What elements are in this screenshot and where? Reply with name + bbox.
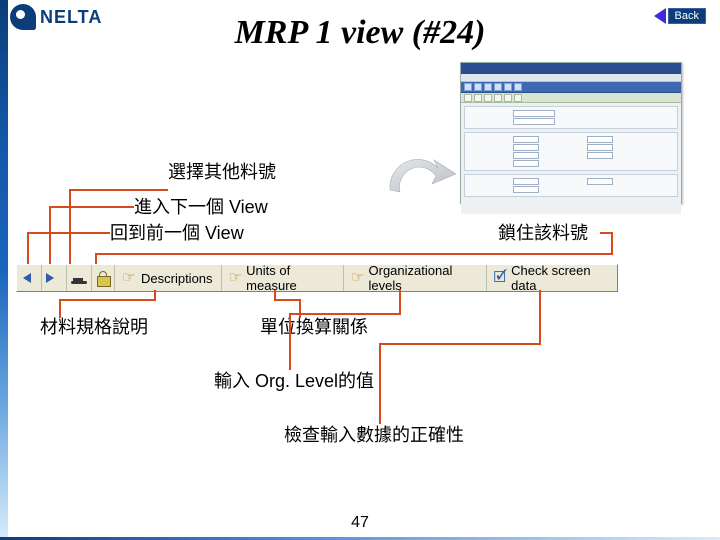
annotation-unit-relation: 單位換算關係	[260, 316, 368, 339]
annotation-material-spec: 材料規格說明	[40, 316, 160, 339]
back-label: Back	[668, 8, 706, 24]
hat-icon	[71, 271, 87, 285]
sap-toolbar-icon	[494, 83, 502, 91]
select-material-button[interactable]	[67, 265, 92, 291]
sap-body	[461, 103, 681, 214]
sap-panel	[464, 132, 678, 171]
sap-subtoolbar-icon	[514, 94, 522, 102]
sap-panel	[464, 106, 678, 129]
check-data-button[interactable]: Check screen data	[487, 265, 618, 291]
sap-screenshot	[460, 62, 682, 204]
check-icon	[495, 271, 508, 285]
sap-window-title	[461, 63, 681, 74]
annotation-org-level-input: 輸入 Org. Level的值	[214, 370, 394, 393]
annotation-prev-view: 回到前一個 View	[110, 222, 244, 245]
hand-icon	[352, 271, 365, 285]
prev-view-button[interactable]	[17, 265, 42, 291]
curved-arrow-icon	[378, 150, 458, 210]
slide-number: 47	[0, 514, 720, 532]
left-gradient-strip	[0, 0, 8, 540]
lock-material-button[interactable]	[92, 265, 115, 291]
annotation-check-input: 檢查輸入數據的正確性	[284, 424, 504, 447]
sap-sub-toolbar	[461, 93, 681, 103]
sap-subtoolbar-icon	[464, 94, 472, 102]
descriptions-button[interactable]: Descriptions	[115, 265, 222, 291]
next-view-button[interactable]	[42, 265, 67, 291]
sap-app-toolbar	[461, 82, 681, 93]
arrow-left-icon	[21, 270, 37, 286]
annotation-lock-material: 鎖住該料號	[498, 222, 588, 245]
sap-toolbar-icon	[514, 83, 522, 91]
units-button[interactable]: Units of measure	[222, 265, 344, 291]
units-label: Units of measure	[246, 263, 335, 293]
sap-subtoolbar-icon	[474, 94, 482, 102]
org-levels-button[interactable]: Organizational levels	[344, 265, 487, 291]
sap-subtoolbar-icon	[494, 94, 502, 102]
lock-icon	[97, 271, 109, 285]
sap-toolbar-icon	[464, 83, 472, 91]
hand-icon	[230, 271, 243, 285]
descriptions-label: Descriptions	[141, 271, 213, 286]
arrow-right-icon	[46, 270, 62, 286]
sap-toolbar-icon	[484, 83, 492, 91]
sap-subtoolbar-icon	[504, 94, 512, 102]
org-levels-label: Organizational levels	[369, 263, 478, 293]
sap-panel	[464, 174, 678, 197]
hand-icon	[123, 271, 137, 285]
annotation-select-other-material: 選擇其他料號	[168, 161, 308, 184]
sap-toolbar-icon	[474, 83, 482, 91]
page-title: MRP 1 view (#24)	[0, 14, 720, 52]
check-data-label: Check screen data	[511, 263, 609, 293]
sap-subtoolbar-icon	[484, 94, 492, 102]
slide: NELTA MRP 1 view (#24) Back	[0, 0, 720, 540]
back-arrow-icon	[654, 8, 666, 24]
sap-toolbar-icon	[504, 83, 512, 91]
annotation-next-view: 進入下一個 View	[134, 196, 268, 219]
sap-menu-bar	[461, 74, 681, 82]
back-button[interactable]: Back	[654, 8, 706, 24]
sap-toolbar-buttons: Descriptions Units of measure Organizati…	[16, 264, 618, 292]
